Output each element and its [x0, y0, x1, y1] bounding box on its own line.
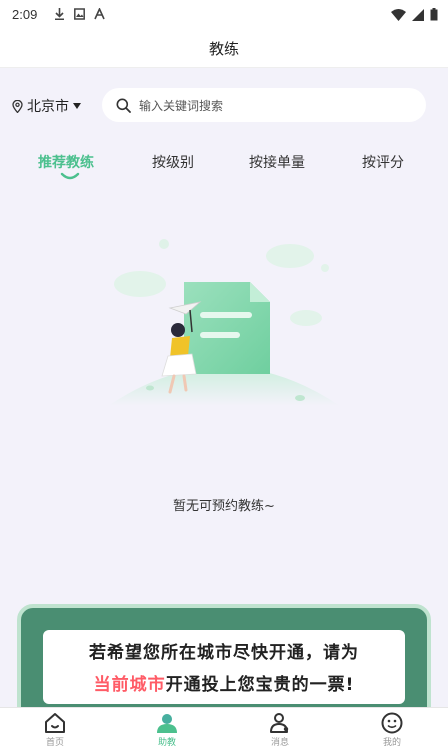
nav-messages[interactable]: 消息 [250, 712, 310, 748]
download-icon [55, 8, 64, 20]
search-icon [116, 98, 131, 113]
battery-icon [430, 8, 438, 21]
status-time: 2:09 [12, 7, 38, 22]
coach-icon [157, 714, 177, 733]
status-bar: 2:09 [0, 0, 448, 32]
nav-messages-label: 消息 [270, 738, 289, 748]
empty-state-illustration [108, 239, 340, 406]
page-title: 教练 [208, 40, 239, 58]
nav-home[interactable]: 首页 [25, 712, 85, 748]
bottom-nav: 首页 助教 消息 我的 [0, 707, 448, 756]
message-icon [270, 713, 289, 733]
promo-line-2: 当前城市开通投上您宝贵的一票! [43, 670, 405, 695]
status-left-icons [54, 8, 105, 20]
vote-promo-card[interactable]: 若希望您所在城市尽快开通，请为 当前城市开通投上您宝贵的一票! [17, 604, 431, 716]
city-name: 北京市 [27, 99, 69, 115]
home-icon [45, 713, 65, 733]
tab-active-indicator [60, 172, 80, 180]
vote-promo-inner: 若希望您所在城市尽快开通，请为 当前城市开通投上您宝贵的一票! [43, 630, 405, 704]
promo-line-1: 若希望您所在城市尽快开通，请为 [89, 643, 359, 663]
nav-coach-label: 助教 [157, 738, 176, 748]
font-icon [94, 8, 105, 20]
search-input[interactable]: 输入关键词搜索 [102, 88, 426, 122]
profile-icon [381, 712, 403, 734]
empty-state-message: 暂无可预约教练~ [173, 499, 275, 514]
nav-profile-label: 我的 [382, 738, 401, 748]
nav-coach[interactable]: 助教 [137, 712, 197, 748]
title-bar: 教练 [0, 32, 448, 68]
promo-highlight-text: 当前城市 [93, 675, 166, 695]
wifi-icon [391, 8, 406, 21]
status-right-icons [391, 8, 438, 21]
search-placeholder: 输入关键词搜索 [139, 98, 224, 113]
signal-icon [412, 8, 424, 21]
tab-by-orders[interactable]: 按接单量 [249, 152, 305, 172]
photo-icon [74, 8, 85, 20]
tab-by-rating[interactable]: 按评分 [362, 152, 404, 172]
city-selector[interactable]: 北京市 [12, 96, 81, 116]
promo-line-2-rest: 开通投上您宝贵的一票! [165, 675, 355, 695]
nav-home-label: 首页 [45, 738, 64, 748]
nav-profile[interactable]: 我的 [362, 712, 422, 748]
location-pin-icon [12, 99, 23, 113]
tab-by-level[interactable]: 按级别 [152, 152, 194, 172]
caret-down-icon [73, 103, 81, 109]
tab-recommended[interactable]: 推荐教练 [38, 152, 94, 172]
